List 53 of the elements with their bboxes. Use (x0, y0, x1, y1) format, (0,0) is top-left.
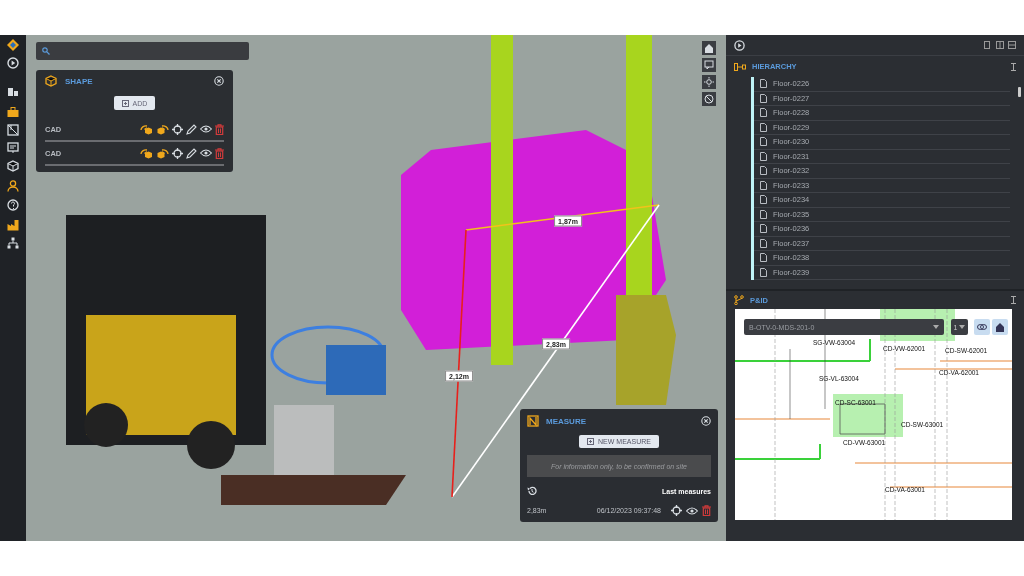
split-horizontal-icon[interactable] (1008, 41, 1016, 49)
home-button[interactable] (992, 319, 1008, 335)
link-button[interactable] (974, 319, 990, 335)
caret-icon (959, 325, 966, 329)
search-field[interactable] (36, 42, 249, 60)
rotate-cube-icon[interactable] (156, 123, 169, 135)
ruler-icon[interactable] (7, 124, 19, 136)
plus-square-icon (587, 438, 595, 445)
target-icon[interactable] (671, 505, 682, 516)
briefcase-icon[interactable] (7, 106, 19, 118)
factory-icon[interactable] (7, 219, 19, 231)
resize-icon[interactable] (1011, 62, 1016, 71)
help-icon[interactable] (7, 199, 19, 211)
close-icon[interactable] (214, 76, 224, 86)
cube-icon[interactable] (7, 160, 19, 172)
home-icon[interactable] (704, 43, 714, 53)
hide-icon[interactable] (704, 94, 714, 104)
close-icon[interactable] (701, 416, 711, 426)
link-icon (977, 323, 987, 331)
network-icon[interactable] (7, 237, 19, 249)
panel-title: MEASURE (546, 416, 587, 426)
pencil-icon[interactable] (186, 147, 197, 159)
single-pane-icon[interactable] (984, 41, 992, 49)
search-icon (42, 47, 50, 55)
rotate-cube-icon[interactable] (140, 123, 153, 135)
eye-icon[interactable] (200, 125, 212, 133)
pid-icon (734, 295, 744, 305)
eye-icon[interactable] (686, 506, 698, 515)
rotate-cube-icon[interactable] (156, 147, 169, 159)
scrollbar-thumb[interactable] (1018, 87, 1021, 97)
plus-square-icon (121, 99, 129, 107)
ruler-icon (527, 415, 539, 427)
hierarchy-icon (734, 62, 746, 71)
person-icon[interactable] (7, 180, 19, 192)
play-icon[interactable] (7, 57, 19, 69)
eye-icon[interactable] (200, 149, 212, 157)
target-icon[interactable] (172, 147, 183, 159)
logo-icon[interactable] (7, 39, 19, 51)
play-icon[interactable] (734, 39, 745, 51)
home-icon (995, 322, 1005, 332)
buildings-icon[interactable] (7, 85, 19, 97)
target-icon[interactable] (172, 123, 183, 135)
split-vertical-icon[interactable] (996, 41, 1004, 49)
resize-icon[interactable] (1011, 296, 1016, 304)
board-icon[interactable] (7, 142, 19, 154)
chat-icon[interactable] (704, 60, 714, 70)
caret-icon (933, 325, 939, 329)
rotate-cube-icon[interactable] (140, 147, 153, 159)
panel-title: SHAPE (65, 76, 94, 86)
pencil-icon[interactable] (186, 123, 197, 135)
trash-icon[interactable] (702, 505, 711, 516)
history-icon[interactable] (527, 486, 537, 496)
cube-icon (45, 75, 57, 87)
